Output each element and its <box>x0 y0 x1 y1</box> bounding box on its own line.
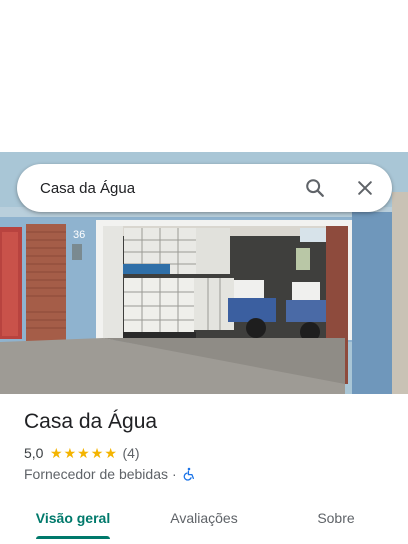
close-icon <box>358 181 372 195</box>
review-count[interactable]: (4) <box>122 445 139 461</box>
star-icon: ★ <box>90 445 104 461</box>
star-icon: ★ <box>104 445 117 461</box>
place-category: Fornecedor de bebidas <box>24 466 168 482</box>
tab-overview[interactable]: Visão geral <box>22 498 124 538</box>
star-rating: ★ ★ ★ ★ ★ <box>49 446 117 460</box>
place-title: Casa da Água <box>24 410 158 433</box>
tab-about[interactable]: Sobre <box>296 498 376 538</box>
star-icon: ★ <box>63 445 77 461</box>
star-icon: ★ <box>77 445 90 461</box>
clear-search-button[interactable] <box>348 171 382 205</box>
search-input[interactable]: Casa da Água <box>40 180 298 197</box>
tab-reviews[interactable]: Avaliações <box>152 498 256 538</box>
search-button[interactable] <box>298 171 332 205</box>
place-info-panel: Casa da Água 5,0 ★ ★ ★ ★ ★ (4) Fornecedo… <box>0 394 408 544</box>
house-number: 36 <box>73 229 85 241</box>
search-icon <box>306 179 324 197</box>
rating-value: 5,0 <box>24 445 44 461</box>
separator: · <box>172 466 177 482</box>
search-bar[interactable]: Casa da Água <box>17 164 392 212</box>
active-tab-indicator <box>36 536 110 539</box>
wheelchair-accessible-icon <box>182 467 196 481</box>
star-icon: ★ <box>49 445 63 461</box>
place-tabs: Visão geral Avaliações Sobre <box>0 498 408 544</box>
rating-row[interactable]: 5,0 ★ ★ ★ ★ ★ (4) <box>24 445 140 461</box>
category-row: Fornecedor de bebidas · <box>24 466 196 482</box>
place-page: 36 Casa da Água Casa da Água 5,0 ★ ★ ★ ★… <box>0 0 408 544</box>
